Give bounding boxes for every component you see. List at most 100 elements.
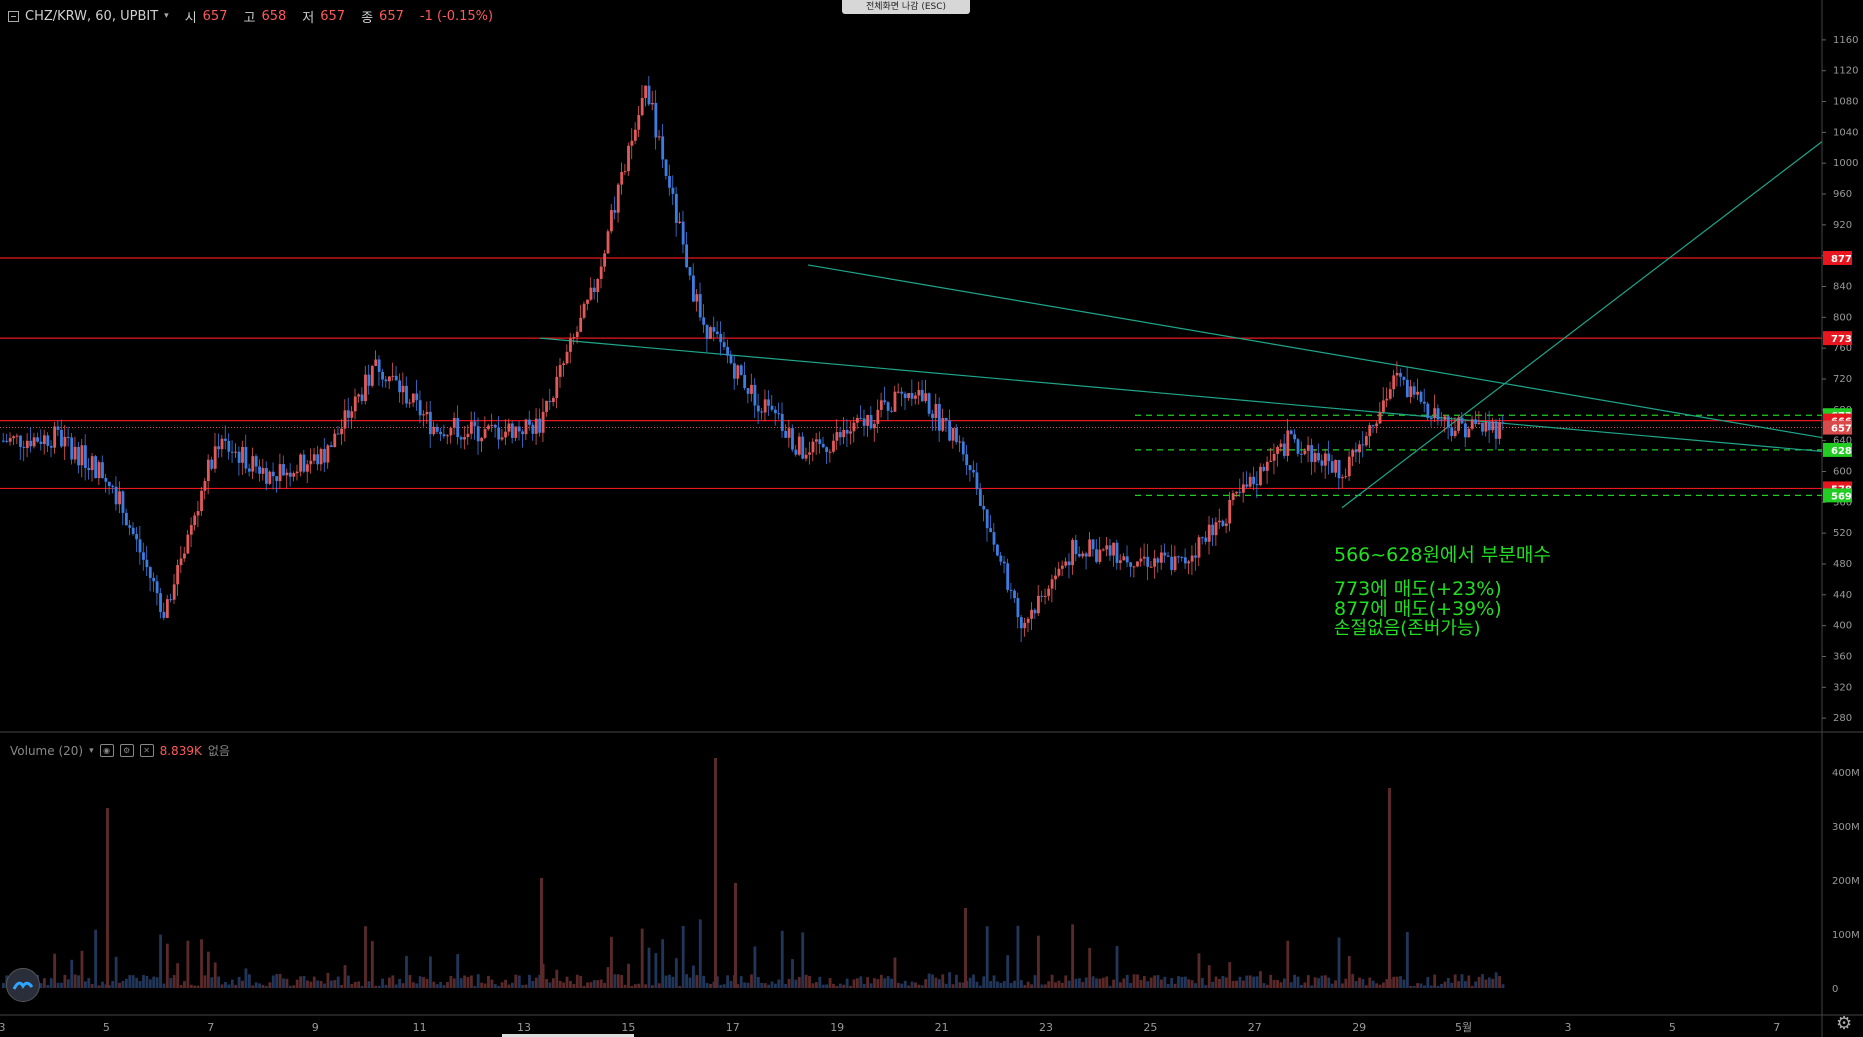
volume-bar: [1204, 985, 1208, 988]
gear-icon[interactable]: ⚙: [119, 744, 134, 757]
candle-body: [275, 476, 279, 482]
volume-bar: [849, 985, 852, 988]
candle-body: [1484, 422, 1488, 432]
volume-bar: [87, 978, 91, 988]
volume-bar: [603, 982, 607, 988]
candle-body: [1033, 609, 1037, 614]
volume-bar: [1484, 979, 1488, 988]
volume-bar: [896, 982, 900, 988]
volume-bar: [1149, 977, 1153, 988]
volume-bar: [1136, 974, 1139, 988]
volume-bar: [763, 983, 767, 988]
candle-body: [709, 327, 712, 339]
candle-body: [241, 446, 244, 463]
candle-body: [217, 446, 221, 450]
candle-body: [951, 427, 955, 441]
candle-body: [295, 471, 299, 474]
candle-body: [514, 426, 518, 438]
volume-bar: [1426, 976, 1430, 988]
volume-bar: [1337, 937, 1341, 988]
sell-note-2: 877에 매도(+39%): [1334, 598, 1502, 620]
candle-body: [924, 393, 928, 402]
price-chart[interactable]: 1160112010801040100096092088084080076072…: [0, 0, 1863, 1037]
candle-body: [750, 384, 753, 394]
volume-bar: [172, 975, 176, 988]
candle-body: [1443, 416, 1447, 420]
volume-bar: [1354, 981, 1358, 988]
candle-body: [357, 394, 361, 397]
candle-body: [1259, 466, 1262, 485]
volume-bar: [545, 979, 548, 988]
volume-bar: [94, 929, 98, 988]
volume-bar: [1464, 981, 1467, 988]
volume-title[interactable]: Volume (20): [10, 744, 83, 758]
candle-body: [1177, 556, 1180, 558]
volume-bar: [835, 985, 839, 988]
candle-body: [364, 374, 367, 402]
candle-body: [770, 405, 774, 410]
volume-bar: [876, 979, 880, 988]
volume-bar: [1341, 983, 1344, 988]
volume-bar: [1132, 974, 1136, 988]
candle-body: [288, 472, 292, 477]
candle-body: [1337, 459, 1341, 479]
time-axis-label: 3: [1565, 1021, 1572, 1034]
candle-body: [333, 433, 337, 448]
volume-bar: [982, 976, 986, 988]
volume-bar: [490, 979, 494, 988]
candle-body: [879, 400, 883, 410]
tradingview-logo-icon[interactable]: [6, 968, 40, 1002]
candle-body: [507, 423, 511, 432]
candle-body: [213, 446, 217, 469]
volume-bar: [702, 975, 706, 988]
volume-bar: [1033, 975, 1037, 988]
candle-body: [411, 393, 415, 403]
candle-body: [186, 534, 190, 554]
volume-bar: [753, 946, 757, 988]
volume-bar: [692, 965, 695, 988]
volume-bar: [579, 976, 583, 988]
candle-body: [623, 171, 627, 173]
settings-gear-icon[interactable]: ⚙: [1836, 1013, 1852, 1034]
candle-body: [558, 365, 562, 377]
volume-bar: [377, 985, 381, 988]
volume-bar: [1019, 980, 1023, 988]
candle-body: [251, 456, 255, 472]
volume-bar: [254, 982, 258, 988]
candle-body: [1040, 595, 1044, 597]
candle-body: [1378, 411, 1382, 424]
volume-bar: [1446, 977, 1450, 988]
price-tick-label: 840: [1833, 282, 1852, 293]
candle-body: [1296, 439, 1300, 454]
volume-bar: [917, 984, 921, 988]
candle-body: [278, 464, 282, 482]
candle-body: [842, 429, 846, 438]
candle-body: [1211, 524, 1215, 536]
candle-body: [1047, 588, 1051, 596]
volume-bar: [794, 979, 798, 988]
eye-icon[interactable]: ◉: [99, 744, 114, 757]
volume-bar: [46, 984, 50, 988]
chevron-down-icon[interactable]: ▾: [89, 746, 94, 756]
candle-body: [343, 410, 347, 429]
volume-bar: [1409, 985, 1413, 988]
volume-spike: [1388, 788, 1391, 988]
volume-bar: [705, 983, 709, 988]
candle-body: [695, 294, 699, 302]
candle-body: [1159, 552, 1163, 563]
candle-body: [931, 413, 934, 419]
volume-bar: [176, 963, 180, 988]
volume-bar: [1241, 980, 1245, 988]
volume-bar: [1023, 984, 1027, 988]
candle-body: [459, 437, 463, 440]
candle-body: [1344, 476, 1348, 478]
close-icon[interactable]: ✕: [139, 744, 154, 757]
volume-bar: [1122, 978, 1126, 988]
volume-bar: [1224, 977, 1228, 988]
volume-bar: [1153, 975, 1156, 988]
volume-bar: [159, 934, 162, 988]
candle-body: [982, 505, 986, 510]
volume-bar: [565, 976, 569, 988]
volume-bar: [1474, 981, 1478, 988]
volume-value: 8.839K: [159, 743, 202, 758]
